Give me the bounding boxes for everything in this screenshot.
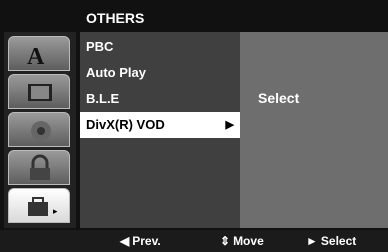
speaker-icon xyxy=(31,121,51,141)
left-arrow-icon: ◀ xyxy=(120,234,130,248)
svg-text:▸: ▸ xyxy=(53,206,58,216)
up-down-arrow-icon: ⇕ xyxy=(220,234,231,248)
footer-prev: ◀ Prev. xyxy=(120,230,161,252)
menu-item-auto-play[interactable]: Auto Play xyxy=(80,60,240,86)
menu-item-label: Auto Play xyxy=(86,65,146,80)
category-tabs: A ▸ xyxy=(4,32,76,228)
value-panel: Select xyxy=(240,32,388,228)
submenu-arrow-icon: ▶ xyxy=(225,119,234,131)
footer-move-label: Move xyxy=(233,234,264,248)
svg-text:A: A xyxy=(27,44,45,68)
others-menu: PBC Auto Play B.L.E DivX(R) VOD ▶ xyxy=(80,32,240,228)
tab-display[interactable] xyxy=(8,74,70,109)
menu-item-label: B.L.E xyxy=(86,91,120,106)
footer-select-label: Select xyxy=(320,234,357,248)
menu-item-divx-vod[interactable]: DivX(R) VOD ▶ xyxy=(80,112,240,138)
menu-item-pbc[interactable]: PBC xyxy=(80,34,240,60)
dvd-setup-menu: OTHERS A ▸ PBC Auto Play B.L.E DivX(R) V… xyxy=(0,0,388,252)
page-title: OTHERS xyxy=(86,10,145,26)
tab-audio[interactable] xyxy=(8,112,70,147)
lock-icon xyxy=(30,154,50,180)
tab-lock[interactable] xyxy=(8,150,70,185)
footer-prev-label: Prev. xyxy=(132,234,161,248)
menu-item-label: PBC xyxy=(86,39,114,54)
footer-move: ⇕ Move xyxy=(220,230,264,252)
menu-item-ble[interactable]: B.L.E xyxy=(80,86,240,112)
value-select-option[interactable]: Select xyxy=(258,90,299,106)
menu-item-label: DivX(R) VOD xyxy=(86,117,165,132)
right-arrow-icon: ► xyxy=(306,234,318,248)
tab-language[interactable]: A xyxy=(8,36,70,71)
letter-a-icon: A xyxy=(27,44,45,68)
footer-select: ► Select xyxy=(306,230,356,252)
footer-bar: ◀ Prev. ⇕ Move ► Select xyxy=(0,230,388,252)
menu-header: OTHERS xyxy=(80,6,388,30)
screen-icon xyxy=(28,84,52,101)
others-toolbox-icon: ▸ xyxy=(28,197,58,216)
tab-others[interactable]: ▸ xyxy=(8,188,70,223)
